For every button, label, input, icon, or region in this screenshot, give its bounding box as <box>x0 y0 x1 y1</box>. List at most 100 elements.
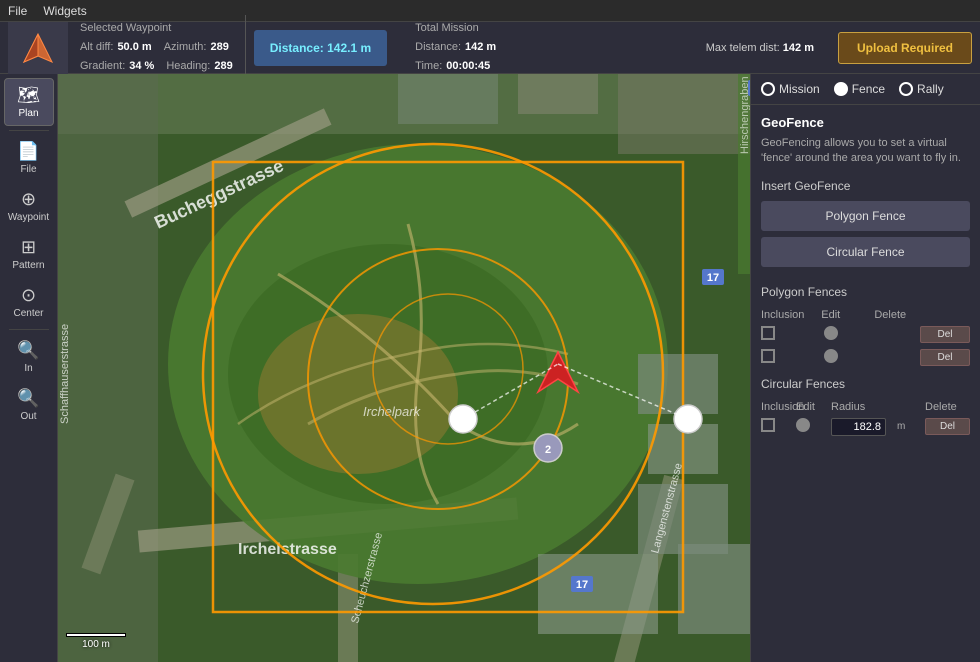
delete-header: Delete <box>861 309 921 321</box>
circular-1-radius-input[interactable] <box>831 418 886 436</box>
map-background: Bucheggstrasse Irchelstrasse Schaffhause… <box>58 74 750 662</box>
mission-time-label: Time: <box>415 57 442 76</box>
geofence-desc: GeoFencing allows you to set a virtual '… <box>761 136 970 167</box>
heading-label: Heading: <box>166 57 210 76</box>
polygon-fence-button[interactable]: Polygon Fence <box>761 201 970 231</box>
sidebar-zoom-in-button[interactable]: 🔍 In <box>4 334 54 380</box>
svg-text:Irchelpark: Irchelpark <box>363 404 422 419</box>
pattern-label: Pattern <box>12 260 44 271</box>
upload-required-button[interactable]: Upload Required <box>838 32 972 64</box>
main-area: 🗺 Plan 📄 File ⊕ Waypoint ⊞ Pattern ⊙ Cen… <box>0 74 980 662</box>
radio-rally-circle <box>899 82 913 96</box>
logo-area <box>8 22 68 74</box>
left-sidebar: 🗺 Plan 📄 File ⊕ Waypoint ⊞ Pattern ⊙ Cen… <box>0 74 58 662</box>
circular-fences-label: Circular Fences <box>761 377 970 391</box>
waypoint-icon: ⊕ <box>21 189 36 210</box>
center-label: Center <box>13 308 43 319</box>
sidebar-center-button[interactable]: ⊙ Center <box>4 279 54 325</box>
radio-mission-option[interactable]: Mission <box>761 82 820 96</box>
radio-mission-circle <box>761 82 775 96</box>
scale-bar: 100 m <box>66 633 126 650</box>
waypoint-label: Waypoint <box>8 212 49 223</box>
sidebar-zoom-out-button[interactable]: 🔍 Out <box>4 382 54 428</box>
alt-diff-label: Alt diff: <box>80 38 113 57</box>
menu-file[interactable]: File <box>8 4 27 18</box>
svg-text:Schaffhauserstrasse: Schaffhauserstrasse <box>59 324 71 424</box>
polygon-2-inclusion-checkbox[interactable] <box>761 349 775 363</box>
radio-tabs: Mission Fence Rally <box>751 74 980 105</box>
sidebar-pattern-button[interactable]: ⊞ Pattern <box>4 231 54 277</box>
mission-info: Total Mission Distance: 142 m Time: 00:0… <box>403 15 508 79</box>
scale-line <box>66 633 126 637</box>
sidebar-plan-button[interactable]: 🗺 Plan <box>4 78 54 126</box>
polygon-table-header: Inclusion Edit Delete <box>761 307 970 323</box>
insert-geofence-label: Insert GeoFence <box>761 179 970 193</box>
telem-value: 142 m <box>783 42 814 54</box>
scale-label: 100 m <box>82 639 110 650</box>
radio-rally-option[interactable]: Rally <box>899 82 944 96</box>
distance-label: Distance: <box>270 41 324 55</box>
mission-distance-value: 142 m <box>465 38 496 57</box>
radio-fence-option[interactable]: Fence <box>834 82 885 96</box>
right-panel: Mission Fence Rally GeoFence GeoFencing … <box>750 74 980 662</box>
polygon-row-1: Del <box>761 323 970 346</box>
polygon-1-del-button[interactable]: Del <box>920 326 970 343</box>
polygon-1-inclusion-checkbox[interactable] <box>761 326 775 340</box>
gradient-label: Gradient: <box>80 57 125 76</box>
gradient-value: 34 % <box>129 57 154 76</box>
file-icon: 📄 <box>17 141 39 162</box>
panel-content: GeoFence GeoFencing allows you to set a … <box>751 105 980 662</box>
pattern-icon: ⊞ <box>21 237 36 258</box>
circular-fence-table: Inclusion Edit Radius Delete m Del <box>761 399 970 439</box>
circular-radius-header: Radius <box>831 401 895 413</box>
edit-header: Edit <box>801 309 861 321</box>
distance-box: Distance: 142.1 m <box>254 30 387 66</box>
zoom-in-icon: 🔍 <box>17 340 39 361</box>
mission-label: Total Mission <box>415 19 479 38</box>
polygon-fence-table: Inclusion Edit Delete Del Del <box>761 307 970 369</box>
radius-unit: m <box>897 421 925 432</box>
telem-info: Max telem dist: 142 m <box>694 42 826 54</box>
radio-mission-label: Mission <box>779 82 820 96</box>
radio-rally-label: Rally <box>917 82 944 96</box>
selected-waypoint-label: Selected Waypoint <box>80 19 171 38</box>
azimuth-label: Azimuth: <box>164 38 207 57</box>
mission-distance-label: Distance: <box>415 38 461 57</box>
top-bar: Selected Waypoint Alt diff: 50.0 m Azimu… <box>0 22 980 74</box>
svg-text:Hirschengraben: Hirschengraben <box>739 76 750 154</box>
radio-fence-circle <box>834 82 848 96</box>
polygon-2-del-button[interactable]: Del <box>920 349 970 366</box>
geofence-title: GeoFence <box>761 115 970 130</box>
sidebar-divider-2 <box>9 329 49 330</box>
zoom-out-icon: 🔍 <box>17 388 39 409</box>
file-label: File <box>20 164 36 175</box>
zoom-out-label: Out <box>20 411 36 422</box>
mission-time-value: 00:00:45 <box>446 57 490 76</box>
distance-value: 142.1 m <box>327 41 371 55</box>
heading-value: 289 <box>214 57 232 76</box>
map-area[interactable]: Bucheggstrasse Irchelstrasse Schaffhause… <box>58 74 750 662</box>
circular-fence-button[interactable]: Circular Fence <box>761 237 970 267</box>
circular-1-del-button[interactable]: Del <box>925 418 970 435</box>
inclusion-header: Inclusion <box>761 309 801 321</box>
alt-diff-value: 50.0 m <box>117 38 151 57</box>
circular-1-edit-radio[interactable] <box>796 418 810 432</box>
polygon-fences-label: Polygon Fences <box>761 285 970 299</box>
sidebar-waypoint-button[interactable]: ⊕ Waypoint <box>4 183 54 229</box>
circular-inclusion-header: Inclusion <box>761 401 796 413</box>
plan-label: Plan <box>18 108 38 119</box>
sidebar-file-button[interactable]: 📄 File <box>4 135 54 181</box>
app-logo <box>20 30 56 66</box>
circular-edit-header: Edit <box>796 401 831 413</box>
circular-table-header: Inclusion Edit Radius Delete <box>761 399 970 415</box>
zoom-in-label: In <box>24 363 32 374</box>
sidebar-divider-1 <box>9 130 49 131</box>
circular-1-inclusion-checkbox[interactable] <box>761 418 775 432</box>
radio-fence-label: Fence <box>852 82 885 96</box>
polygon-2-edit-radio[interactable] <box>824 349 838 363</box>
svg-text:Irchelstrasse: Irchelstrasse <box>238 541 337 558</box>
polygon-row-2: Del <box>761 346 970 369</box>
polygon-1-edit-radio[interactable] <box>824 326 838 340</box>
telem-label: Max telem dist: <box>706 42 780 54</box>
waypoint-info: Selected Waypoint Alt diff: 50.0 m Azimu… <box>68 15 246 79</box>
